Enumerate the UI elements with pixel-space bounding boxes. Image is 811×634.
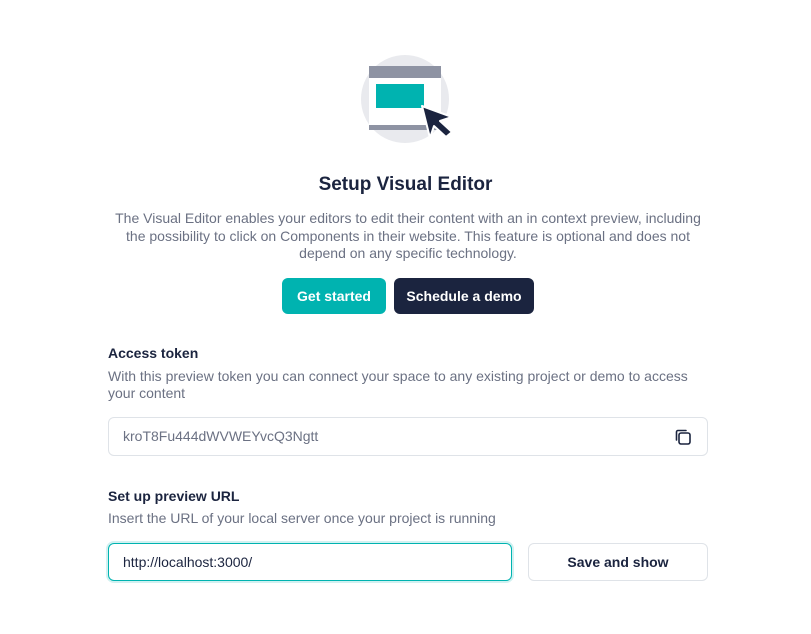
copy-icon[interactable] <box>673 427 693 447</box>
access-token-field[interactable]: kroT8Fu444dWVWEYvcQ3Ngtt <box>108 417 708 456</box>
save-and-show-button[interactable]: Save and show <box>528 543 708 581</box>
page-title: Setup Visual Editor <box>318 174 493 195</box>
intro-description: The Visual Editor enables your editors t… <box>115 210 701 261</box>
preview-url-help: Insert the URL of your local server once… <box>108 510 496 526</box>
access-token-label: Access token <box>108 345 199 361</box>
visual-editor-setup-page: Setup Visual Editor The Visual Editor en… <box>0 0 811 634</box>
schedule-demo-button[interactable]: Schedule a demo <box>394 278 534 314</box>
preview-url-input[interactable] <box>108 543 512 581</box>
preview-url-label: Set up preview URL <box>108 488 240 504</box>
visual-editor-illustration-icon <box>361 55 453 143</box>
get-started-button[interactable]: Get started <box>282 278 386 314</box>
access-token-value[interactable]: kroT8Fu444dWVWEYvcQ3Ngtt <box>123 428 318 444</box>
access-token-help: With this preview token you can connect … <box>108 368 688 401</box>
